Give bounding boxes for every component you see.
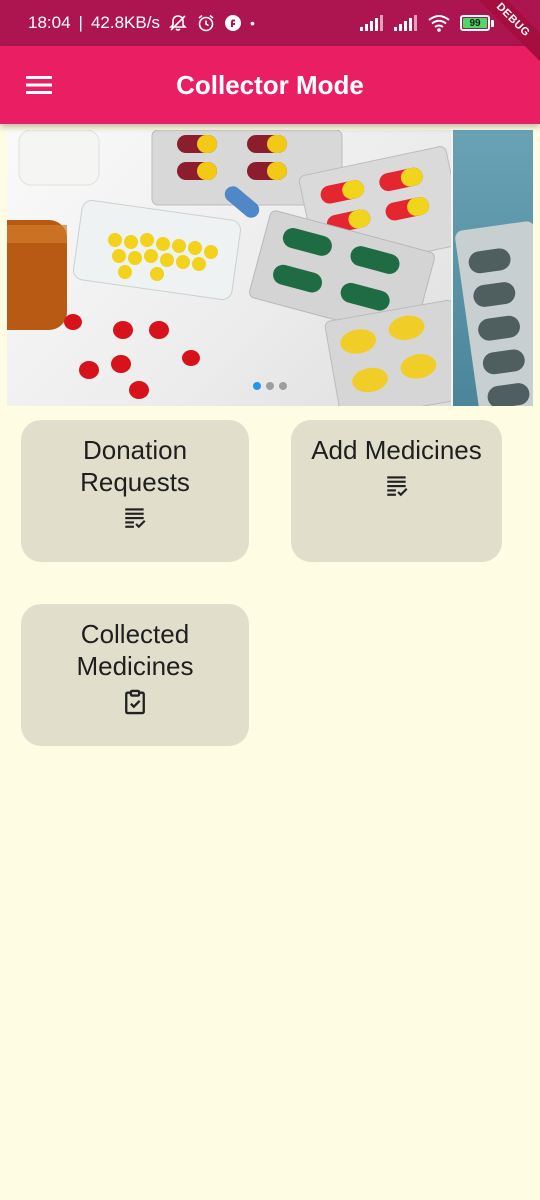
bell-off-icon (169, 15, 187, 31)
donation-requests-button[interactable]: Donation Requests (21, 420, 249, 562)
status-separator: | (78, 13, 83, 32)
alarm-icon (198, 14, 214, 32)
carousel-indicator (253, 382, 287, 390)
menu-button[interactable] (0, 46, 78, 124)
status-time: 18:04 (28, 13, 71, 32)
carousel-dot[interactable] (279, 382, 287, 390)
blister-pack-image (455, 221, 533, 406)
status-bar: 18:04 | 42.8KB/s • 99 (0, 0, 540, 46)
page-title: Collector Mode (176, 69, 364, 100)
signal-icon-2 (394, 15, 417, 31)
battery-icon: 99 (460, 15, 490, 31)
clipboard-check-icon (125, 689, 145, 715)
menu-icon (26, 76, 52, 94)
notification-dot-icon: • (249, 15, 255, 31)
carousel-slide-medicines (7, 130, 451, 406)
image-carousel[interactable] (7, 130, 533, 406)
collected-medicines-button[interactable]: Collected Medicines (21, 604, 249, 746)
carousel-dot-active[interactable] (253, 382, 261, 390)
status-network-speed: 42.8KB/s (90, 13, 160, 32)
signal-icon (360, 15, 383, 31)
add-medicines-button[interactable]: Add Medicines (291, 420, 502, 562)
shield-app-icon (224, 15, 241, 31)
card-label: Collected Medicines (76, 619, 194, 681)
medicine-pills-image (7, 130, 451, 406)
wifi-icon (428, 15, 450, 32)
carousel-slide-next (453, 130, 533, 406)
app-bar: Collector Mode (0, 46, 540, 124)
battery-level: 99 (469, 17, 481, 29)
list-check-icon (386, 476, 408, 497)
card-label: Donation Requests (80, 435, 190, 497)
list-check-icon (125, 508, 146, 529)
carousel-dot[interactable] (266, 382, 274, 390)
card-label: Add Medicines (311, 435, 482, 465)
